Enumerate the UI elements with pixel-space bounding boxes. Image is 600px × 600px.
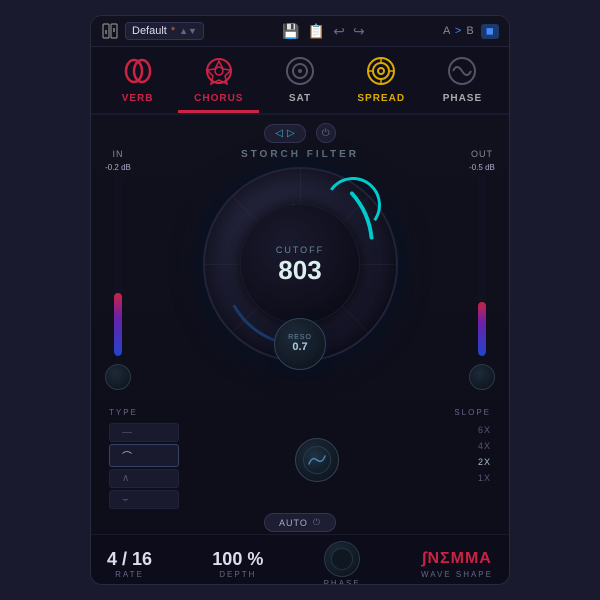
tab-chorus[interactable]: CHORUS xyxy=(178,47,259,113)
reso-knob[interactable]: RESO 0.7 xyxy=(274,318,326,370)
inner-knob[interactable]: CUTOFF 803 xyxy=(240,204,360,324)
tab-chorus-label: CHORUS xyxy=(194,93,243,104)
slope-column: SLOPE 6X 4X 2X 1X xyxy=(454,408,491,485)
tab-sat-label: SAT xyxy=(289,93,311,104)
phase-param: PHASE xyxy=(324,541,361,585)
preset-name: Default xyxy=(132,25,167,37)
wave-shape-label: WAVE SHAPE xyxy=(421,570,493,579)
ab-label: A > B xyxy=(443,25,475,37)
brand-icon xyxy=(101,22,119,40)
rate-label: RATE xyxy=(115,570,144,579)
auto-label: AUTO xyxy=(279,518,308,528)
slope-btn-1x[interactable]: 1X xyxy=(454,471,491,485)
rate-param: 4 / 16 RATE xyxy=(107,550,152,579)
in-level: -0.2 dB xyxy=(105,163,131,172)
depth-param: 100 % DEPTH xyxy=(212,550,263,579)
auto-button[interactable]: AUTO ⏻ xyxy=(264,513,336,532)
tab-spread-label: SPREAD xyxy=(357,93,405,104)
vu-fill-left xyxy=(114,293,122,356)
top-bar: Default * ▲▼ 💾 📋 ↩ ↪ A > B ◼ xyxy=(91,16,509,47)
cutoff-value: 803 xyxy=(278,257,321,283)
tab-verb[interactable]: VERB xyxy=(97,47,178,113)
preset-modified: * xyxy=(171,25,175,37)
redo-icon[interactable]: ↪ xyxy=(353,23,365,40)
controls-bar: ◁ ▷ ⏻ xyxy=(91,115,509,147)
vu-meter-right xyxy=(478,176,486,356)
tab-phase-label: PHASE xyxy=(443,93,482,104)
rate-value: 4 / 16 xyxy=(107,550,152,568)
toggle-button[interactable]: ◁ ▷ xyxy=(264,124,305,143)
vu-fill-right xyxy=(478,302,486,356)
top-bar-right: A > B ◼ xyxy=(443,24,499,39)
phase-knob-inner xyxy=(331,548,353,570)
power-button[interactable]: ⏻ xyxy=(316,123,336,143)
wave-shape-param: ∫ΝΣΜΜΑ WAVE SHAPE xyxy=(421,550,493,579)
plugin-container: Default * ▲▼ 💾 📋 ↩ ↪ A > B ◼ xyxy=(90,15,510,585)
phase-label: PHASE xyxy=(324,579,361,585)
fx-tabs: VERB CHORUS SAT xyxy=(91,47,509,115)
undo-icon[interactable]: ↩ xyxy=(333,23,345,40)
reso-value: 0.7 xyxy=(292,341,307,353)
type-btn-lowpass[interactable]: — xyxy=(109,423,179,442)
verb-icon xyxy=(120,53,156,89)
preset-arrows: ▲▼ xyxy=(179,26,197,36)
tab-spread[interactable]: SPREAD xyxy=(341,47,422,113)
type-btn-notch[interactable]: ⌣ xyxy=(109,490,179,509)
auto-power-icon: ⏻ xyxy=(313,517,321,528)
in-knob[interactable] xyxy=(105,364,131,390)
footer: 4 / 16 RATE 100 % DEPTH PHASE ∫ΝΣΜΜΑ WAV… xyxy=(91,534,509,585)
chorus-icon xyxy=(201,53,237,89)
sat-icon xyxy=(282,53,318,89)
phase-knob[interactable] xyxy=(324,541,360,577)
auto-row: AUTO ⏻ xyxy=(91,513,509,532)
depth-value: 100 % xyxy=(212,550,263,568)
filter-title: STORCH FILTER xyxy=(241,149,359,160)
out-label: OUT xyxy=(471,149,493,159)
reso-label: RESO xyxy=(288,334,312,341)
type-btn-highpass[interactable]: ⌒ xyxy=(109,444,179,467)
copy-icon[interactable]: 📋 xyxy=(308,23,325,40)
preset-selector[interactable]: Default * ▲▼ xyxy=(125,22,204,40)
in-label: IN xyxy=(113,149,124,159)
big-knob[interactable]: ⌬ CUTOFF 803 RESO 0.7 xyxy=(203,167,398,362)
spread-icon xyxy=(363,53,399,89)
big-knob-container: ⌬ CUTOFF 803 RESO 0.7 xyxy=(200,164,400,364)
slope-btn-4x[interactable]: 4X xyxy=(454,439,491,453)
slope-btn-6x[interactable]: 6X xyxy=(454,423,491,437)
depth-label: DEPTH xyxy=(219,570,256,579)
type-label: TYPE xyxy=(109,408,179,417)
slope-btn-2x[interactable]: 2X xyxy=(454,455,491,469)
tab-verb-label: VERB xyxy=(122,93,154,104)
type-column: TYPE — ⌒ ∧ ⌣ xyxy=(109,408,179,509)
main-content: ◁ ▷ ⏻ IN -0.2 dB STORCH FILTER xyxy=(91,115,509,534)
phase-icon xyxy=(444,53,480,89)
type-btn-bandpass[interactable]: ∧ xyxy=(109,469,179,488)
save-icon[interactable]: 💾 xyxy=(282,23,299,40)
sync-button[interactable]: ◼ xyxy=(481,24,499,39)
toggle-left-arrow: ◁ xyxy=(275,128,283,139)
wave-shape-logo: ∫ΝΣΜΜΑ xyxy=(422,550,492,568)
filter-main: STORCH FILTER xyxy=(133,149,467,364)
out-knob[interactable] xyxy=(469,364,495,390)
top-bar-left: Default * ▲▼ xyxy=(101,22,204,40)
vu-meter-left xyxy=(114,176,122,356)
tab-sat[interactable]: SAT xyxy=(259,47,340,113)
top-bar-center: 💾 📋 ↩ ↪ xyxy=(282,23,364,40)
toggle-right-arrow: ▷ xyxy=(287,128,295,139)
out-level: -0.5 dB xyxy=(469,163,495,172)
wave-knob-inner xyxy=(303,446,331,474)
tab-phase[interactable]: PHASE xyxy=(422,47,503,113)
cutoff-label: CUTOFF xyxy=(276,245,324,255)
wave-knob[interactable] xyxy=(295,438,339,482)
slope-label: SLOPE xyxy=(454,408,491,417)
